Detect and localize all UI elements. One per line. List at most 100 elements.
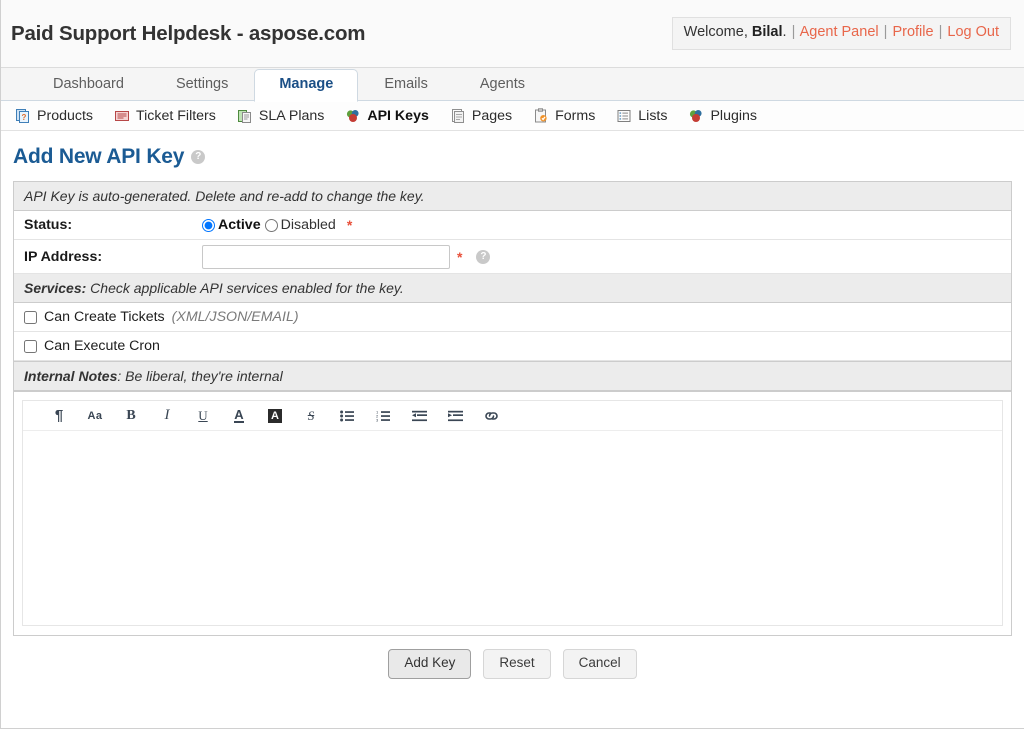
subnav-item-forms[interactable]: Forms	[533, 108, 595, 124]
autogen-info-bar: API Key is auto-generated. Delete and re…	[14, 182, 1011, 211]
tab-emails[interactable]: Emails	[358, 70, 454, 101]
status-required-marker: *	[346, 217, 353, 233]
tab-manage[interactable]: Manage	[254, 68, 359, 102]
subnav-item-api-keys[interactable]: API Keys	[345, 108, 429, 124]
separator-2: |	[883, 24, 888, 41]
ip-address-help-icon[interactable]: ?	[476, 249, 491, 264]
tab-settings[interactable]: Settings	[150, 70, 254, 101]
can-execute-cron-checkbox[interactable]	[24, 339, 37, 353]
subnav-label-pages: Pages	[471, 107, 513, 124]
ip-address-row: IP Address: * ?	[14, 240, 1011, 274]
status-option-disabled[interactable]: Disabled	[264, 217, 336, 233]
forms-clipboard-icon	[533, 107, 549, 124]
ip-address-input[interactable]	[202, 244, 450, 269]
page-title-row: Add New API Key ?	[13, 131, 1012, 181]
underline-icon[interactable]: U	[185, 402, 221, 430]
subnav-label-lists: Lists	[638, 107, 668, 124]
can-create-tickets-hint: (XML/JSON/EMAIL)	[171, 309, 299, 325]
sla-plan-icon	[237, 108, 253, 124]
subnav-label-forms: Forms	[555, 107, 596, 124]
internal-notes-section-bar: Internal Notes: Be liberal, they're inte…	[14, 361, 1011, 391]
help-circle-icon[interactable]: ?	[191, 150, 206, 164]
can-execute-cron-label: Can Execute Cron	[44, 338, 160, 354]
ip-address-label: IP Address:	[24, 248, 103, 265]
status-option-active-label: Active	[218, 217, 261, 233]
api-key-form: API Key is auto-generated. Delete and re…	[13, 181, 1012, 636]
italic-icon[interactable]: I	[149, 402, 185, 430]
subnav-label-sla-plans: SLA Plans	[258, 107, 325, 124]
can-create-tickets-label: Can Create Tickets	[44, 309, 165, 325]
numbered-list-icon[interactable]: 1 2 3	[365, 402, 401, 430]
font-size-icon[interactable]: Aa	[77, 402, 113, 430]
tab-agents[interactable]: Agents	[454, 70, 551, 101]
status-label: Status:	[24, 217, 73, 233]
add-key-button[interactable]: Add Key	[388, 649, 472, 679]
internal-notes-editor: ¶ Aa B I U A A S 1 2 3	[14, 391, 1011, 635]
bold-icon[interactable]: B	[113, 402, 149, 430]
product-doc-icon: ?	[15, 108, 31, 124]
subnav-label-api-keys: API Keys	[367, 107, 429, 124]
status-option-disabled-label: Disabled	[280, 217, 336, 233]
status-option-active[interactable]: Active	[202, 217, 261, 233]
subnav-item-plugins[interactable]: Plugins	[688, 108, 757, 124]
link-icon[interactable]	[473, 402, 509, 430]
subnav-item-products[interactable]: ? Products	[15, 108, 93, 124]
logout-link[interactable]: Log Out	[947, 24, 999, 40]
page-content: Add New API Key ? API Key is auto-genera…	[1, 131, 1024, 679]
user-name: Bilal	[751, 24, 783, 41]
bullet-list-icon[interactable]	[329, 402, 365, 430]
primary-tabs: Dashboard Settings Manage Emails Agents	[1, 68, 1024, 102]
indent-icon[interactable]	[437, 402, 473, 430]
subnav-item-ticket-filters[interactable]: Ticket Filters	[114, 108, 216, 124]
tab-dashboard[interactable]: Dashboard	[27, 70, 150, 101]
ip-address-required-marker: *	[457, 248, 463, 265]
subnav-label-plugins: Plugins	[710, 107, 758, 124]
site-title: Paid Support Helpdesk - aspose.com	[11, 21, 366, 45]
subnav-label-products: Products	[37, 107, 93, 124]
page-header: Paid Support Helpdesk - aspose.com Welco…	[1, 0, 1024, 68]
form-actions: Add Key Reset Cancel	[13, 636, 1012, 679]
service-row-create-tickets[interactable]: Can Create Tickets (XML/JSON/EMAIL)	[14, 303, 1011, 332]
editor-toolbar: ¶ Aa B I U A A S 1 2 3	[23, 401, 1002, 431]
internal-notes-textarea[interactable]	[23, 431, 1002, 625]
services-section-text: Check applicable API services enabled fo…	[90, 280, 404, 296]
subnav-item-sla-plans[interactable]: SLA Plans	[237, 108, 324, 124]
separator-1: |	[791, 24, 796, 41]
status-radio-group: Active Disabled *	[202, 217, 352, 233]
text-color-icon[interactable]: A	[221, 402, 257, 430]
page-title: Add New API Key	[13, 145, 185, 168]
plugins-icon	[688, 108, 704, 124]
outdent-icon[interactable]	[401, 402, 437, 430]
services-section-bar: Services: Check applicable API services …	[14, 274, 1011, 303]
service-row-execute-cron[interactable]: Can Execute Cron	[14, 332, 1011, 361]
status-radio-disabled[interactable]	[264, 218, 278, 232]
internal-notes-title: Internal Notes	[24, 368, 118, 384]
subnav-label-ticket-filters: Ticket Filters	[136, 107, 216, 124]
agent-panel-link[interactable]: Agent Panel	[800, 24, 879, 40]
manage-subnav: ? Products Ticket Filters SLA Plans API …	[1, 101, 1024, 131]
status-row: Status: Active Disabled *	[14, 211, 1011, 240]
subnav-item-lists[interactable]: Lists	[616, 108, 667, 124]
autogen-info-text: API Key is auto-generated. Delete and re…	[24, 188, 425, 204]
highlight-color-icon[interactable]: A	[257, 402, 293, 430]
lists-icon	[616, 108, 632, 124]
welcome-text: Welcome,	[683, 24, 748, 41]
strikethrough-icon[interactable]: S	[293, 402, 329, 430]
app-window: Paid Support Helpdesk - aspose.com Welco…	[0, 0, 1024, 729]
subnav-item-pages[interactable]: Pages	[450, 108, 512, 124]
svg-text:?: ?	[22, 113, 27, 122]
reset-button[interactable]: Reset	[483, 649, 551, 679]
paragraph-icon[interactable]: ¶	[41, 402, 77, 430]
ticket-filter-icon	[114, 108, 130, 124]
editor-frame: ¶ Aa B I U A A S 1 2 3	[22, 400, 1003, 626]
services-section-title: Services:	[24, 280, 87, 296]
can-create-tickets-checkbox[interactable]	[24, 310, 37, 324]
cancel-button[interactable]: Cancel	[562, 649, 637, 679]
status-radio-active[interactable]	[202, 218, 215, 232]
separator-3: |	[938, 24, 943, 41]
user-session-box: Welcome, Bilal. | Agent Panel | Profile …	[671, 17, 1011, 50]
profile-link[interactable]: Profile	[892, 24, 933, 40]
internal-notes-text: : Be liberal, they're internal	[117, 368, 283, 384]
api-keys-icon	[345, 108, 361, 124]
pages-icon	[450, 108, 466, 124]
